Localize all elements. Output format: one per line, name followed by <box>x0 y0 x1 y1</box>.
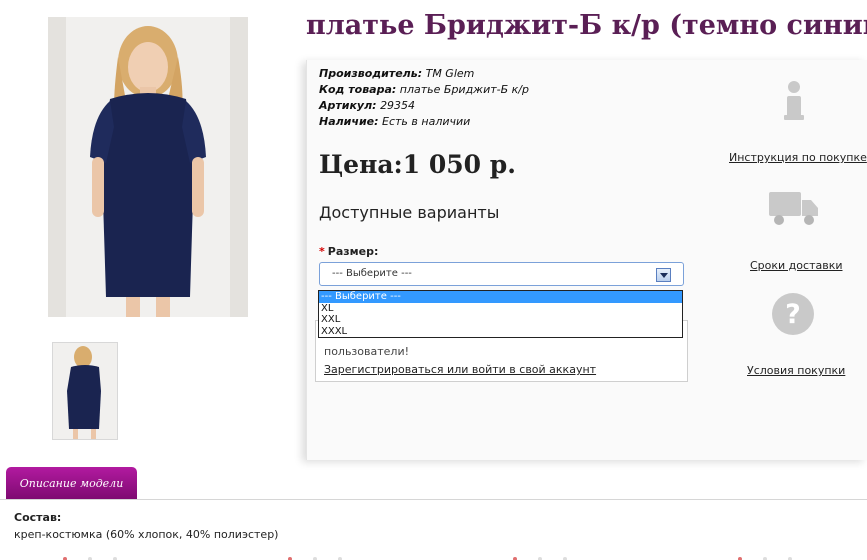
product-thumbnail[interactable] <box>52 342 118 440</box>
code-value: платье Бриджит-Б к/р <box>399 83 529 96</box>
terms-link[interactable]: Условия покупки <box>747 364 845 377</box>
price: Цена:1 050 р. <box>319 150 516 179</box>
tab-divider <box>0 499 867 500</box>
size-label: * Размер: <box>319 245 378 258</box>
truck-icon[interactable] <box>769 188 819 232</box>
svg-text:?: ? <box>785 299 801 330</box>
sku-row: Артикул: 29354 <box>319 98 529 114</box>
tab-description[interactable]: Описание модели <box>6 467 137 500</box>
delivery-link[interactable]: Сроки доставки <box>750 259 843 272</box>
manufacturer-label: Производитель: <box>319 67 423 80</box>
page-title: платье Бриджит-Б к/р (темно синий) <box>306 10 867 41</box>
required-marker: * <box>319 245 325 258</box>
dropdown-arrow-icon[interactable] <box>656 268 671 282</box>
manufacturer-value: TM Glem <box>425 67 475 80</box>
decorative-strip <box>63 557 792 560</box>
variants-heading: Доступные варианты <box>319 203 500 222</box>
login-text: пользователи! <box>324 345 410 358</box>
thumbnail-photo <box>53 343 117 439</box>
sku-value: 29354 <box>380 99 416 112</box>
manufacturer-row: Производитель: TM Glem <box>319 66 529 82</box>
product-info-panel: Производитель: TM Glem Код товара: плать… <box>306 60 867 460</box>
question-icon[interactable]: ? <box>771 292 815 340</box>
dress-photo <box>48 17 248 317</box>
stock-label: Наличие: <box>319 115 379 128</box>
product-meta: Производитель: TM Glem Код товара: плать… <box>319 66 529 130</box>
size-select[interactable]: --- Выберите --- <box>319 262 684 286</box>
size-select-value: --- Выберите --- <box>332 268 412 279</box>
composition-title: Состав: <box>14 511 62 524</box>
size-option[interactable]: XL <box>319 303 682 315</box>
composition-text: креп-костюмка (60% хлопок, 40% полиэстер… <box>14 528 279 541</box>
size-label-text: Размер: <box>327 245 379 258</box>
size-option[interactable]: XXXL <box>319 326 682 338</box>
size-dropdown-list[interactable]: --- Выберите --- XL XXL XXXL <box>318 290 683 338</box>
code-row: Код товара: платье Бриджит-Б к/р <box>319 82 529 98</box>
size-option[interactable]: XXL <box>319 314 682 326</box>
instructions-link[interactable]: Инструкция по покупке <box>729 151 867 164</box>
info-icon[interactable] <box>777 80 811 126</box>
register-login-link[interactable]: Зарегистрироваться или войти в свой акка… <box>324 363 596 376</box>
sku-label: Артикул: <box>319 99 377 112</box>
stock-value: Есть в наличии <box>382 115 471 128</box>
product-main-image[interactable] <box>48 17 248 317</box>
code-label: Код товара: <box>319 83 397 96</box>
size-option[interactable]: --- Выберите --- <box>319 291 682 303</box>
stock-row: Наличие: Есть в наличии <box>319 114 529 130</box>
